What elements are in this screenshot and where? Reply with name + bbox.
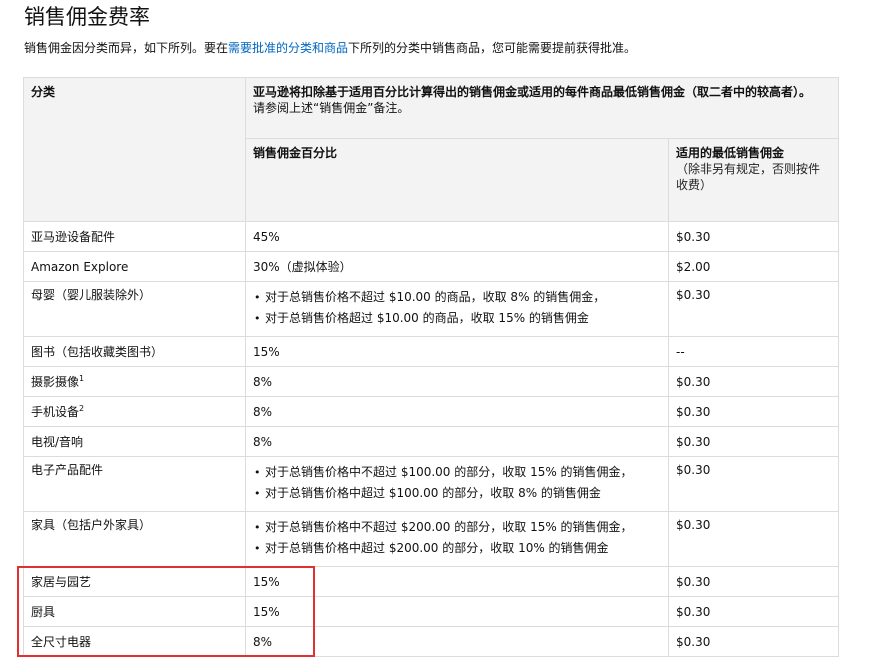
table-row: 亚马逊设备配件 45% $0.30 — [23, 221, 840, 252]
min-fee-cell: $0.30 — [667, 626, 840, 657]
rate-list-item: 对于总销售价格中不超过 $100.00 的部分，收取 15% 的销售佣金， — [254, 462, 661, 483]
min-fee-cell: $0.30 — [667, 456, 840, 512]
rate-list: 对于总销售价格中不超过 $200.00 的部分，收取 15% 的销售佣金， 对于… — [253, 517, 661, 559]
min-fee-cell: $0.30 — [667, 221, 840, 252]
page-title: 销售佣金费率 — [24, 5, 150, 29]
header-percent: 销售佣金百分比 — [245, 138, 669, 222]
category-cell: 亚马逊设备配件 — [23, 221, 246, 252]
rate-list-item: 对于总销售价格中超过 $100.00 的部分，收取 8% 的销售佣金 — [254, 483, 661, 504]
rate-cell: 对于总销售价格中不超过 $200.00 的部分，收取 15% 的销售佣金， 对于… — [245, 511, 669, 567]
rate-cell: 15% — [245, 596, 669, 627]
header-category: 分类 — [23, 77, 246, 222]
table-row: 厨具 15% $0.30 — [23, 596, 840, 627]
header-summary-text: 亚马逊将扣除基于适用百分比计算得出的销售佣金或适用的每件商品最低销售佣金（取二者… — [253, 85, 812, 99]
header-minimum-label: 适用的最低销售佣金 — [676, 146, 785, 160]
rate-list-item: 对于总销售价格不超过 $10.00 的商品，收取 8% 的销售佣金， — [254, 287, 661, 308]
table-row: 家居与园艺 15% $0.30 — [23, 566, 840, 597]
min-fee-cell: -- — [667, 336, 840, 367]
min-fee-cell: $0.30 — [667, 366, 840, 397]
header-minimum: 适用的最低销售佣金 （除非另有规定，否则按件收费） — [667, 138, 840, 222]
category-cell: 电子产品配件 — [23, 456, 246, 512]
rate-cell: 15% — [245, 336, 669, 367]
rate-cell: 45% — [245, 221, 669, 252]
rate-list-item: 对于总销售价格中不超过 $200.00 的部分，收取 15% 的销售佣金， — [254, 517, 661, 538]
min-fee-cell: $0.30 — [667, 281, 840, 337]
header-category-label: 分类 — [31, 85, 56, 99]
min-fee-cell: $0.30 — [667, 566, 840, 597]
table-row: 电子产品配件 对于总销售价格中不超过 $100.00 的部分，收取 15% 的销… — [23, 456, 840, 512]
intro-text: 销售佣金因分类而异，如下所列。要在需要批准的分类和商品下所列的分类中销售商品，您… — [24, 40, 854, 56]
header-minimum-note: （除非另有规定，否则按件收费） — [676, 162, 821, 192]
min-fee-cell: $0.30 — [667, 596, 840, 627]
rate-cell: 对于总销售价格不超过 $10.00 的商品，收取 8% 的销售佣金， 对于总销售… — [245, 281, 669, 337]
min-fee-cell: $0.30 — [667, 426, 840, 457]
table-row: 母婴（婴儿服装除外） 对于总销售价格不超过 $10.00 的商品，收取 8% 的… — [23, 281, 840, 337]
header-summary: 亚马逊将扣除基于适用百分比计算得出的销售佣金或适用的每件商品最低销售佣金（取二者… — [244, 77, 840, 139]
table-row: 图书（包括收藏类图书） 15% -- — [23, 336, 840, 367]
category-cell: 厨具 — [23, 596, 246, 627]
header-percent-label: 销售佣金百分比 — [253, 146, 338, 160]
intro-text-after: 下所列的分类中销售商品，您可能需要提前获得批准。 — [348, 41, 637, 55]
table-row: 手机设备2 8% $0.30 — [23, 396, 840, 427]
table-row: Amazon Explore 30%（虚拟体验） $2.00 — [23, 251, 840, 282]
min-fee-cell: $0.30 — [667, 511, 840, 567]
category-cell: 家具（包括户外家具） — [23, 511, 246, 567]
table-row: 摄影摄像1 8% $0.30 — [23, 366, 840, 397]
rate-list: 对于总销售价格中不超过 $100.00 的部分，收取 15% 的销售佣金， 对于… — [253, 462, 661, 504]
rate-cell: 8% — [245, 396, 669, 427]
category-cell: 图书（包括收藏类图书） — [23, 336, 246, 367]
fee-table: 分类 亚马逊将扣除基于适用百分比计算得出的销售佣金或适用的每件商品最低销售佣金（… — [23, 77, 840, 657]
category-cell: 电视/音响 — [23, 426, 246, 457]
rate-cell: 15% — [245, 566, 669, 597]
table-row: 全尺寸电器 8% $0.30 — [23, 626, 840, 657]
intro-text-before: 销售佣金因分类而异，如下所列。要在 — [24, 41, 229, 55]
rate-list-item: 对于总销售价格超过 $10.00 的商品，收取 15% 的销售佣金 — [254, 308, 661, 329]
rate-cell: 30%（虚拟体验） — [245, 251, 669, 282]
approval-categories-link[interactable]: 需要批准的分类和商品 — [228, 41, 348, 55]
min-fee-cell: $0.30 — [667, 396, 840, 427]
category-cell: 家居与园艺 — [23, 566, 246, 597]
category-cell: 摄影摄像1 — [23, 366, 246, 397]
category-cell: 母婴（婴儿服装除外） — [23, 281, 246, 337]
rate-cell: 对于总销售价格中不超过 $100.00 的部分，收取 15% 的销售佣金， 对于… — [245, 456, 669, 512]
min-fee-cell: $2.00 — [667, 251, 840, 282]
category-cell: 手机设备2 — [23, 396, 246, 427]
table-row: 电视/音响 8% $0.30 — [23, 426, 840, 457]
rate-list-item: 对于总销售价格中超过 $200.00 的部分，收取 10% 的销售佣金 — [254, 538, 661, 559]
rate-cell: 8% — [245, 366, 669, 397]
header-summary-note: 请参阅上述“销售佣金”备注。 — [253, 101, 410, 115]
footnote-marker: 2 — [79, 404, 85, 413]
rate-list: 对于总销售价格不超过 $10.00 的商品，收取 8% 的销售佣金， 对于总销售… — [253, 287, 661, 329]
table-row: 家具（包括户外家具） 对于总销售价格中不超过 $200.00 的部分，收取 15… — [23, 511, 840, 567]
category-label: 摄影摄像 — [31, 375, 80, 389]
category-cell: 全尺寸电器 — [23, 626, 246, 657]
rate-cell: 8% — [245, 626, 669, 657]
category-cell: Amazon Explore — [23, 251, 246, 282]
rate-cell: 8% — [245, 426, 669, 457]
footnote-marker: 1 — [79, 374, 85, 383]
category-label: 手机设备 — [31, 405, 80, 419]
